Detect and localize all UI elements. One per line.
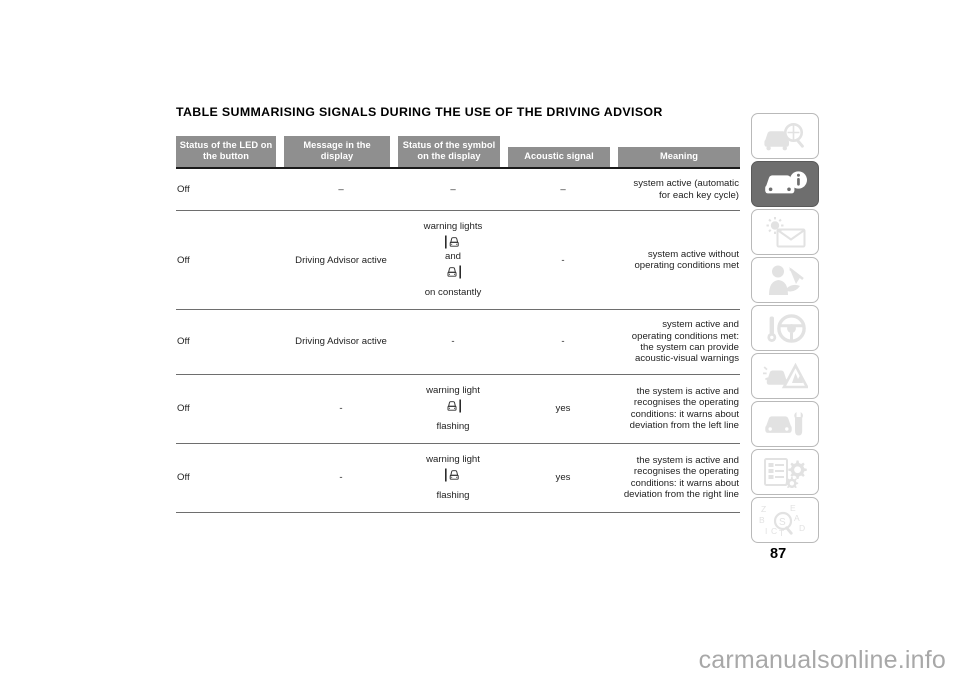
table-header-row: Status of the LED on the button Message … <box>176 136 740 170</box>
table-header: Status of the LED on the button Message … <box>176 136 740 170</box>
cell-meaning: the system is active and recognises the … <box>618 374 740 444</box>
cell-display-symbol: warning lights and on constantly <box>398 210 508 311</box>
column-header-led-line2: the button <box>203 151 249 162</box>
lane-departure-right-icon <box>400 264 506 280</box>
emergency-breakdown-icon <box>762 361 808 391</box>
column-header-message-line2: display <box>320 151 354 162</box>
cell-display-message: – <box>284 168 398 212</box>
cell-display-symbol: – <box>398 168 508 212</box>
column-header-meaning-line1: Meaning <box>659 151 699 162</box>
symbol-label-top: warning lights <box>423 221 483 233</box>
column-header-symbol: Status of the symbol on the display <box>398 136 508 170</box>
symbol-label-bottom: flashing <box>436 420 470 432</box>
symbol-label-top: warning light <box>426 384 480 396</box>
svg-text:C: C <box>771 526 777 536</box>
column-header-symbol-line1: Status of the symbol <box>402 140 496 150</box>
cell-meaning: the system is active and recognises the … <box>618 443 740 513</box>
lane-departure-left-icon <box>400 467 506 483</box>
column-header-led: Status of the LED on the button <box>176 136 284 170</box>
tab-technical-specifications[interactable] <box>751 449 819 495</box>
svg-text:Z: Z <box>761 504 766 514</box>
cell-acoustic-signal: – <box>508 168 618 212</box>
column-header-led-line1: Status of the LED on <box>179 140 273 150</box>
occupant-safety-icon <box>763 264 807 296</box>
column-header-symbol-line2: on the display <box>417 151 481 162</box>
car-maintenance-icon <box>762 409 808 439</box>
tab-alphabetical-index[interactable]: ZEBAICTDS <box>751 497 819 543</box>
watermark: carmanualsonline.info <box>698 646 946 674</box>
manual-page: TABLE SUMMARISING SIGNALS DURING THE USE… <box>0 0 960 679</box>
table-row: Off - warning light flashing yes the system i… <box>176 443 740 513</box>
warning-lights-messages-icon <box>762 216 808 248</box>
tab-starting-driving[interactable] <box>751 305 819 351</box>
cell-led-status: Off <box>176 309 284 375</box>
cell-acoustic-signal: yes <box>508 374 618 444</box>
car-info-icon <box>762 169 808 199</box>
lane-departure-left-icon <box>400 234 506 250</box>
cell-meaning: system active and operating conditions m… <box>618 309 740 375</box>
svg-text:S: S <box>779 517 786 528</box>
table-row: Off – – – system active (automatic for each … <box>176 168 740 212</box>
svg-text:I: I <box>765 526 767 536</box>
lane-departure-right-icon <box>400 398 506 414</box>
cell-led-status: Off <box>176 374 284 444</box>
column-header-message-line1: Message in the <box>303 140 371 150</box>
tab-car-maintenance[interactable] <box>751 401 819 447</box>
technical-specifications-icon <box>762 456 808 488</box>
table-row: Off - warning light flashing yes the system i… <box>176 374 740 444</box>
alphabetical-index-icon: ZEBAICTDS <box>759 503 811 537</box>
tab-emergency-breakdown[interactable] <box>751 353 819 399</box>
tab-warning-lights-messages[interactable] <box>751 209 819 255</box>
symbol-label-top: – <box>450 183 456 195</box>
table-row: Off Driving Advisor active - - system active… <box>176 309 740 375</box>
symbol-label-top: warning light <box>426 453 480 465</box>
svg-text:D: D <box>799 523 805 533</box>
symbol-label-bottom: on constantly <box>424 287 482 299</box>
cell-display-message: - <box>284 443 398 513</box>
signals-table-container: Status of the LED on the button Message … <box>176 136 740 513</box>
column-header-message: Message in the display <box>284 136 398 170</box>
cell-display-message: Driving Advisor active <box>284 210 398 311</box>
column-header-meaning: Meaning <box>618 136 740 170</box>
cell-led-status: Off <box>176 210 284 311</box>
cell-display-message: Driving Advisor active <box>284 309 398 375</box>
cell-meaning: system active (automatic for each key cy… <box>618 168 740 212</box>
tab-car-info[interactable] <box>751 161 819 207</box>
table-body: Off – – – system active (automatic for each … <box>176 168 740 513</box>
cell-display-message: - <box>284 374 398 444</box>
page-number: 87 <box>770 546 787 562</box>
column-header-acoustic: Acoustic signal <box>508 136 618 170</box>
symbol-label-top: - <box>451 336 455 348</box>
column-header-acoustic-line1: Acoustic signal <box>524 151 594 162</box>
cell-display-symbol: warning light flashing <box>398 374 508 444</box>
car-inspection-icon <box>762 121 808 151</box>
cell-acoustic-signal: yes <box>508 443 618 513</box>
tab-occupant-safety[interactable] <box>751 257 819 303</box>
svg-text:B: B <box>759 515 765 525</box>
symbol-label-mid: and <box>444 251 461 263</box>
cell-meaning: system active without operating conditio… <box>618 210 740 311</box>
cell-led-status: Off <box>176 443 284 513</box>
section-tab-strip[interactable]: ZEBAICTDS <box>751 113 821 545</box>
svg-text:A: A <box>794 513 800 523</box>
cell-display-symbol: - <box>398 309 508 375</box>
cell-led-status: Off <box>176 168 284 212</box>
tab-car-inspection[interactable] <box>751 113 819 159</box>
signals-table: Status of the LED on the button Message … <box>176 136 740 513</box>
cell-acoustic-signal: - <box>508 210 618 311</box>
cell-acoustic-signal: - <box>508 309 618 375</box>
table-row: Off Driving Advisor active warning lights a… <box>176 210 740 311</box>
cell-display-symbol: warning light flashing <box>398 443 508 513</box>
symbol-label-bottom: flashing <box>436 489 470 501</box>
starting-driving-icon <box>763 313 807 343</box>
page-title: TABLE SUMMARISING SIGNALS DURING THE USE… <box>176 105 663 119</box>
svg-text:E: E <box>790 503 796 513</box>
